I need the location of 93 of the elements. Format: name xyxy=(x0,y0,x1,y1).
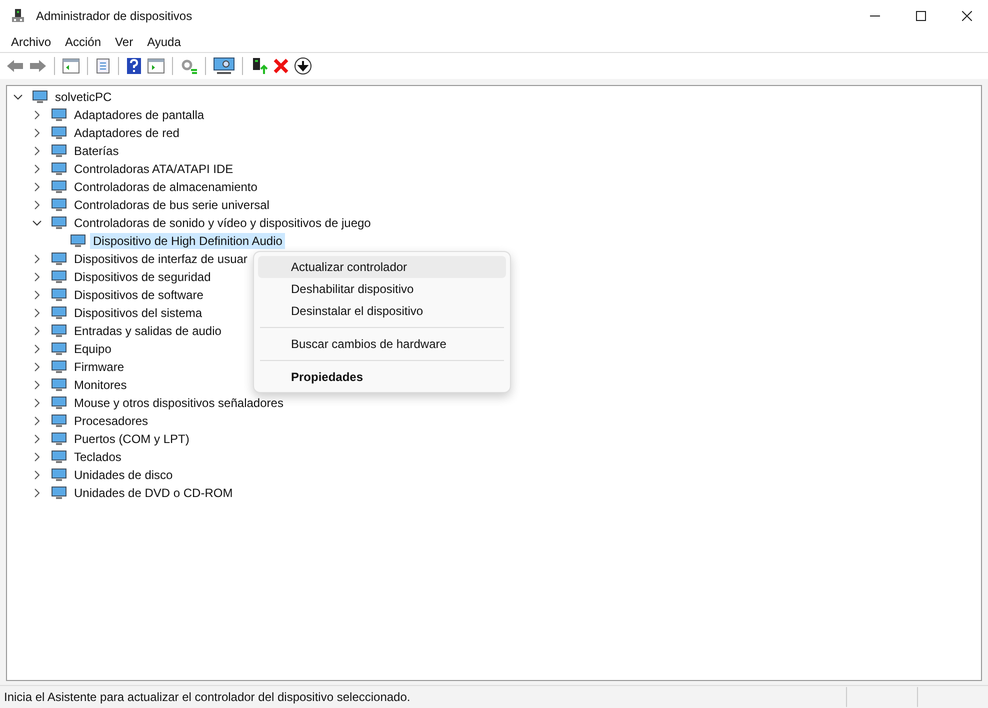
window-title: Administrador de dispositivos xyxy=(36,9,192,23)
device-icon xyxy=(51,485,67,501)
device-icon xyxy=(51,179,67,195)
expand-chevron-icon[interactable] xyxy=(32,110,42,120)
device-icon xyxy=(51,377,67,393)
device-manager-icon xyxy=(10,8,26,24)
device-icon xyxy=(51,431,67,447)
context-menu-item[interactable]: Actualizar controlador xyxy=(258,256,506,278)
expand-chevron-icon[interactable] xyxy=(32,434,42,444)
tree-item[interactable]: Mouse y otros dispositivos señaladores xyxy=(71,395,286,411)
tree-item[interactable]: Procesadores xyxy=(71,413,152,429)
device-icon xyxy=(51,107,67,123)
device-update-icon[interactable] xyxy=(250,57,268,75)
device-icon xyxy=(51,341,67,357)
device-icon xyxy=(51,359,67,375)
device-icon xyxy=(51,413,67,429)
tree-item[interactable]: Dispositivos de seguridad xyxy=(71,269,214,285)
expand-chevron-icon[interactable] xyxy=(32,164,42,174)
expand-chevron-icon[interactable] xyxy=(32,254,42,264)
expand-chevron-icon[interactable] xyxy=(32,488,42,498)
device-icon xyxy=(32,89,48,105)
expand-chevron-icon[interactable] xyxy=(32,146,42,156)
expand-chevron-icon[interactable] xyxy=(32,326,42,336)
device-icon xyxy=(51,161,67,177)
tree-item[interactable]: Dispositivos de interfaz de usuar xyxy=(71,251,250,267)
tree-item[interactable]: Teclados xyxy=(71,449,124,465)
device-icon xyxy=(51,449,67,465)
expand-chevron-icon[interactable] xyxy=(32,362,42,372)
status-text: Inicia el Asistente para actualizar el controlador del dispositivo seleccionado. xyxy=(3,690,412,704)
maximize-icon[interactable] xyxy=(916,11,926,21)
forward-arrow-icon[interactable] xyxy=(29,59,47,73)
expand-chevron-icon[interactable] xyxy=(32,380,42,390)
tree-item[interactable]: Monitores xyxy=(71,377,130,393)
tree-item[interactable]: Controladoras de almacenamiento xyxy=(71,179,260,195)
tree-item[interactable]: Controladoras de sonido y vídeo y dispositivos de juego xyxy=(71,215,374,231)
expand-chevron-icon[interactable] xyxy=(32,272,42,282)
tree-item[interactable]: Adaptadores de red xyxy=(71,125,182,141)
context-menu-item[interactable]: Buscar cambios de hardware xyxy=(258,333,506,355)
device-icon xyxy=(51,197,67,213)
collapse-chevron-icon[interactable] xyxy=(13,92,23,102)
tree-item[interactable]: Unidades de DVD o CD-ROM xyxy=(71,485,236,501)
back-arrow-icon[interactable] xyxy=(6,59,24,73)
tree-item[interactable]: Firmware xyxy=(71,359,127,375)
tree-item[interactable]: Controladoras de bus serie universal xyxy=(71,197,272,213)
device-icon xyxy=(51,467,67,483)
device-icon xyxy=(51,287,67,303)
expand-chevron-icon[interactable] xyxy=(32,128,42,138)
expand-chevron-icon[interactable] xyxy=(32,470,42,480)
tree-item[interactable]: Controladoras ATA/ATAPI IDE xyxy=(71,161,236,177)
tree-item[interactable]: Equipo xyxy=(71,341,114,357)
help-icon[interactable] xyxy=(126,57,142,75)
expand-chevron-icon[interactable] xyxy=(32,290,42,300)
close-icon[interactable] xyxy=(962,11,972,21)
device-icon xyxy=(51,269,67,285)
device-icon xyxy=(51,305,67,321)
expand-chevron-icon[interactable] xyxy=(32,200,42,210)
monitor-search-icon[interactable] xyxy=(213,57,235,75)
menu-item[interactable]: Ver xyxy=(115,35,134,49)
device-icon xyxy=(51,125,67,141)
gear-update-icon[interactable] xyxy=(180,57,198,75)
tree-item[interactable]: Baterías xyxy=(71,143,122,159)
tree-item[interactable]: Adaptadores de pantalla xyxy=(71,107,208,123)
tree-item[interactable]: Entradas y salidas de audio xyxy=(71,323,224,339)
device-icon xyxy=(51,215,67,231)
device-icon xyxy=(70,233,86,249)
tree-item[interactable]: Dispositivo de High Definition Audio xyxy=(90,233,286,249)
tree-item[interactable]: Unidades de disco xyxy=(71,467,176,483)
device-icon xyxy=(51,143,67,159)
tree-item[interactable]: Dispositivos de software xyxy=(71,287,206,303)
tree-item[interactable]: solveticPC xyxy=(52,89,115,105)
window-pane-icon[interactable] xyxy=(147,58,165,74)
tree-item[interactable]: Dispositivos del sistema xyxy=(71,305,206,321)
context-menu-item[interactable]: Desinstalar el dispositivo xyxy=(258,300,506,322)
expand-chevron-icon[interactable] xyxy=(32,416,42,426)
expand-chevron-icon[interactable] xyxy=(32,398,42,408)
device-icon xyxy=(51,395,67,411)
collapse-chevron-icon[interactable] xyxy=(32,218,42,228)
document-icon[interactable] xyxy=(95,58,111,74)
window-pane-icon[interactable] xyxy=(62,58,80,74)
download-circle-icon[interactable] xyxy=(294,57,312,75)
context-menu-item[interactable]: Propiedades xyxy=(258,366,506,388)
expand-chevron-icon[interactable] xyxy=(32,452,42,462)
expand-chevron-icon[interactable] xyxy=(32,308,42,318)
menu-item[interactable]: Acción xyxy=(65,35,102,49)
menu-item[interactable]: Ayuda xyxy=(147,35,181,49)
context-menu-item[interactable]: Deshabilitar dispositivo xyxy=(258,278,506,300)
tree-item[interactable]: Puertos (COM y LPT) xyxy=(71,431,192,447)
device-icon xyxy=(51,251,67,267)
device-icon xyxy=(51,323,67,339)
menu-item[interactable]: Archivo xyxy=(11,35,52,49)
delete-icon[interactable] xyxy=(273,58,289,74)
expand-chevron-icon[interactable] xyxy=(32,344,42,354)
expand-chevron-icon[interactable] xyxy=(32,182,42,192)
